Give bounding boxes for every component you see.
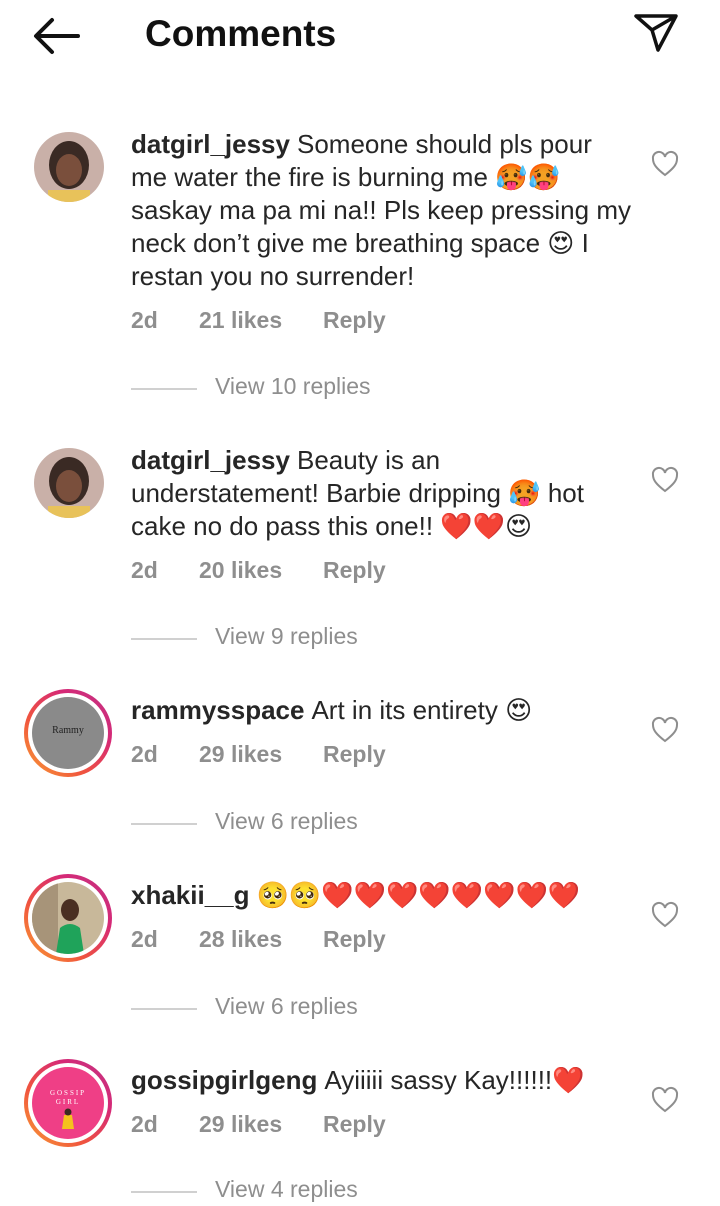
comment-username[interactable]: rammysspace — [131, 695, 304, 725]
header-bar: Comments — [0, 0, 720, 72]
comment-meta: 2d 29 likes Reply — [131, 1111, 386, 1138]
comment-username[interactable]: datgirl_jessy — [131, 129, 290, 159]
reply-button[interactable]: Reply — [323, 926, 386, 953]
divider-line — [131, 388, 197, 390]
divider-line — [131, 1008, 197, 1010]
view-replies-label[interactable]: View 9 replies — [215, 623, 358, 650]
comment-body: 🥺🥺❤️❤️❤️❤️❤️❤️❤️❤️ — [256, 880, 581, 910]
view-replies-label[interactable]: View 6 replies — [215, 808, 358, 835]
view-replies-label[interactable]: View 10 replies — [215, 373, 371, 400]
avatar-label: Rammy — [52, 725, 84, 736]
comment-meta: 2d 29 likes Reply — [131, 741, 386, 768]
comment-text: xhakii__g 🥺🥺❤️❤️❤️❤️❤️❤️❤️❤️ — [131, 879, 631, 912]
view-replies-label[interactable]: View 6 replies — [215, 993, 358, 1020]
view-replies-label[interactable]: View 4 replies — [215, 1176, 358, 1203]
avatar-photo — [34, 132, 104, 202]
like-button[interactable] — [650, 1086, 680, 1114]
like-button[interactable] — [650, 466, 680, 494]
comment-likes[interactable]: 28 likes — [199, 926, 323, 953]
comment-username[interactable]: datgirl_jessy — [131, 445, 290, 475]
back-button[interactable] — [30, 14, 82, 58]
comment-body: Ayiiiii sassy Kay!!!!!!❤️ — [324, 1065, 585, 1095]
comment-username[interactable]: xhakii__g — [131, 880, 250, 910]
like-button[interactable] — [650, 150, 680, 178]
avatar[interactable] — [34, 448, 104, 518]
reply-button[interactable]: Reply — [323, 307, 386, 334]
comment-likes[interactable]: 21 likes — [199, 307, 323, 334]
heart-outline-icon — [651, 716, 679, 743]
comment-likes[interactable]: 29 likes — [199, 1111, 323, 1138]
comment-text: datgirl_jessy Someone should pls pour me … — [131, 128, 631, 293]
like-button[interactable] — [650, 901, 680, 929]
comment-body: Art in its entirety 😍 — [311, 695, 533, 725]
comment-text: gossipgirlgeng Ayiiiii sassy Kay!!!!!!❤️ — [131, 1064, 631, 1097]
comment-meta: 2d 21 likes Reply — [131, 307, 386, 334]
comment-time: 2d — [131, 741, 158, 767]
avatar[interactable] — [24, 874, 112, 962]
avatar[interactable] — [34, 132, 104, 202]
paper-plane-icon — [634, 14, 678, 52]
comment-text: datgirl_jessy Beauty is an understatement… — [131, 444, 631, 543]
page-title: Comments — [145, 13, 337, 54]
avatar-photo — [34, 448, 104, 518]
divider-line — [131, 823, 197, 825]
share-button[interactable] — [630, 8, 682, 56]
comment-meta: 2d 28 likes Reply — [131, 926, 386, 953]
avatar[interactable]: Rammy — [24, 689, 112, 777]
reply-button[interactable]: Reply — [323, 1111, 386, 1138]
avatar-photo — [32, 882, 104, 954]
avatar-label: GOSSIP GIRL — [49, 1089, 87, 1106]
heart-outline-icon — [651, 1086, 679, 1113]
reply-button[interactable]: Reply — [323, 557, 386, 584]
comment-time: 2d — [131, 557, 158, 583]
avatar[interactable]: GOSSIP GIRL — [24, 1059, 112, 1147]
comment-username[interactable]: gossipgirlgeng — [131, 1065, 317, 1095]
divider-line — [131, 1191, 197, 1193]
divider-line — [131, 638, 197, 640]
like-button[interactable] — [650, 716, 680, 744]
comment-text: rammysspace Art in its entirety 😍 — [131, 694, 631, 727]
heart-outline-icon — [651, 901, 679, 928]
comment-meta: 2d 20 likes Reply — [131, 557, 386, 584]
heart-outline-icon — [651, 150, 679, 177]
comment-likes[interactable]: 29 likes — [199, 741, 323, 768]
comment-likes[interactable]: 20 likes — [199, 557, 323, 584]
arrow-left-icon — [34, 18, 80, 54]
comment-time: 2d — [131, 926, 158, 952]
reply-button[interactable]: Reply — [323, 741, 386, 768]
heart-outline-icon — [651, 466, 679, 493]
comment-time: 2d — [131, 1111, 158, 1137]
comment-time: 2d — [131, 307, 158, 333]
